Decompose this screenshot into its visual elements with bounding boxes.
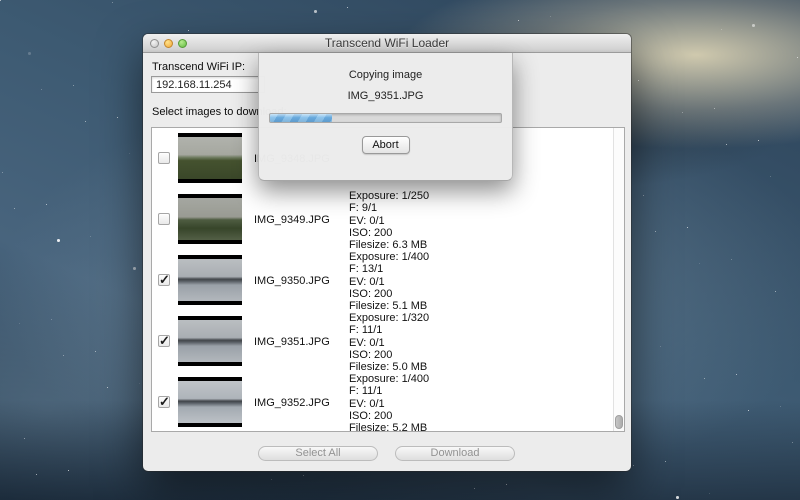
image-checkbox[interactable] <box>158 213 170 225</box>
zoom-button[interactable] <box>178 39 187 48</box>
exif-line: EV: 0/1 <box>349 337 429 349</box>
exif-line: F: 11/1 <box>349 385 429 397</box>
image-thumbnail <box>178 194 242 244</box>
exif-line: Exposure: 1/250 <box>349 190 429 202</box>
window-title: Transcend WiFi Loader <box>143 34 631 53</box>
image-checkbox[interactable] <box>158 152 170 164</box>
ip-input[interactable] <box>151 76 265 93</box>
minimize-button[interactable] <box>164 39 173 48</box>
exif-line: ISO: 200 <box>349 410 429 422</box>
exif-line: F: 13/1 <box>349 263 429 275</box>
exif-line: Exposure: 1/320 <box>349 312 429 324</box>
image-exif: Exposure: 1/400F: 11/1EV: 0/1ISO: 200Fil… <box>349 373 429 432</box>
image-exif: Exposure: 1/400F: 13/1EV: 0/1ISO: 200Fil… <box>349 251 429 312</box>
scrollbar[interactable] <box>613 128 624 431</box>
image-thumbnail <box>178 255 242 305</box>
copy-progress-dialog: Copying image IMG_9351.JPG Abort <box>258 53 513 181</box>
image-row: IMG_9352.JPG Exposure: 1/400F: 11/1EV: 0… <box>152 372 613 432</box>
progress-bar <box>269 113 502 123</box>
download-button[interactable]: Download <box>395 446 515 461</box>
image-row: IMG_9350.JPG Exposure: 1/400F: 13/1EV: 0… <box>152 250 613 311</box>
image-thumbnail <box>178 377 242 427</box>
image-row: IMG_9349.JPG Exposure: 1/250F: 9/1EV: 0/… <box>152 189 613 250</box>
exif-line: F: 11/1 <box>349 324 429 336</box>
image-row: IMG_9351.JPG Exposure: 1/320F: 11/1EV: 0… <box>152 311 613 372</box>
abort-button[interactable]: Abort <box>362 136 410 154</box>
dialog-filename: IMG_9351.JPG <box>259 90 512 102</box>
exif-line: ISO: 200 <box>349 288 429 300</box>
select-all-button[interactable]: Select All <box>258 446 378 461</box>
dialog-title: Copying image <box>259 69 512 81</box>
app-window: Transcend WiFi Loader Transcend WiFi IP:… <box>143 34 631 471</box>
starfield <box>0 0 1 1</box>
image-exif: Exposure: 1/320F: 11/1EV: 0/1ISO: 200Fil… <box>349 312 429 373</box>
image-thumbnail <box>178 133 242 183</box>
ip-label: Transcend WiFi IP: <box>152 61 245 73</box>
close-button[interactable] <box>150 39 159 48</box>
exif-line: EV: 0/1 <box>349 276 429 288</box>
image-checkbox[interactable] <box>158 335 170 347</box>
image-filename: IMG_9350.JPG <box>254 275 330 287</box>
image-filename: IMG_9351.JPG <box>254 336 330 348</box>
exif-line: F: 9/1 <box>349 202 429 214</box>
progress-fill <box>270 114 332 122</box>
exif-line: Exposure: 1/400 <box>349 251 429 263</box>
exif-line: ISO: 200 <box>349 227 429 239</box>
image-checkbox[interactable] <box>158 274 170 286</box>
exif-line: Exposure: 1/400 <box>349 373 429 385</box>
window-titlebar[interactable]: Transcend WiFi Loader <box>143 34 631 53</box>
image-checkbox[interactable] <box>158 396 170 408</box>
exif-line: EV: 0/1 <box>349 398 429 410</box>
image-exif: Exposure: 1/250F: 9/1EV: 0/1ISO: 200File… <box>349 190 429 251</box>
image-filename: IMG_9352.JPG <box>254 397 330 409</box>
exif-line: Filesize: 5.2 MB <box>349 422 429 432</box>
exif-line: ISO: 200 <box>349 349 429 361</box>
image-thumbnail <box>178 316 242 366</box>
scrollbar-thumb[interactable] <box>615 415 623 429</box>
image-filename: IMG_9349.JPG <box>254 214 330 226</box>
exif-line: EV: 0/1 <box>349 215 429 227</box>
